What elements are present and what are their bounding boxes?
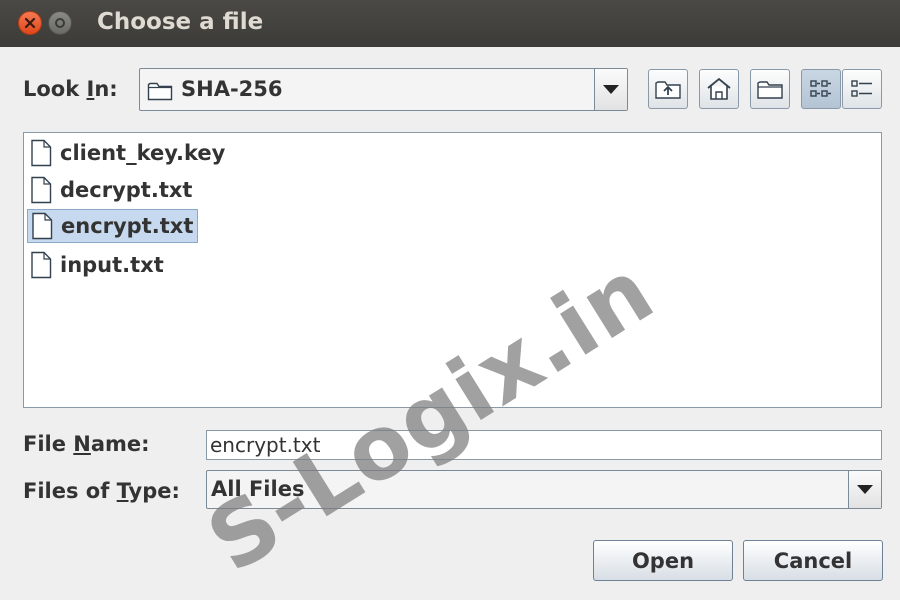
cancel-button[interactable]: Cancel: [743, 540, 883, 581]
details-view-icon: [851, 80, 872, 97]
window-title: Choose a file: [97, 9, 264, 35]
home-button[interactable]: [699, 69, 739, 109]
files-of-type-dropdown-arrow[interactable]: [848, 471, 881, 508]
folder-icon: [147, 79, 173, 105]
title-bar: Choose a file: [0, 0, 900, 47]
file-name-field-label: File Name:: [23, 432, 150, 456]
file-icon: [31, 139, 52, 167]
chevron-down-icon: [603, 85, 619, 94]
minimize-window-button[interactable]: [48, 11, 72, 35]
list-view-icon: [810, 80, 831, 97]
chevron-down-icon: [857, 485, 873, 494]
details-view-button[interactable]: [842, 69, 882, 109]
file-item-encrypt[interactable]: encrypt.txt: [27, 209, 199, 243]
look-in-dropdown-arrow[interactable]: [594, 69, 627, 110]
list-view-button[interactable]: [801, 69, 841, 109]
up-one-level-button[interactable]: [648, 69, 688, 109]
home-icon: [707, 77, 731, 100]
file-item-decrypt[interactable]: decrypt.txt: [27, 173, 196, 207]
open-button[interactable]: Open: [593, 540, 733, 581]
look-in-label: Look In:: [23, 77, 118, 101]
file-icon: [31, 176, 52, 204]
file-item-input[interactable]: input.txt: [27, 248, 168, 282]
up-one-level-icon: [655, 81, 681, 99]
new-folder-button[interactable]: [750, 69, 790, 109]
file-name-label: encrypt.txt: [61, 214, 194, 238]
look-in-value: SHA-256: [181, 77, 283, 101]
file-name-label: client_key.key: [60, 141, 226, 165]
file-name-label: decrypt.txt: [60, 178, 193, 202]
minimize-icon: [55, 18, 65, 28]
look-in-combobox[interactable]: SHA-256: [139, 68, 628, 111]
file-name-label: input.txt: [60, 253, 164, 277]
close-window-button[interactable]: [18, 11, 42, 35]
file-icon: [32, 212, 53, 240]
file-item-client-key[interactable]: client_key.key: [27, 136, 229, 170]
close-icon: [24, 17, 36, 29]
new-folder-icon: [757, 81, 783, 99]
file-icon: [31, 251, 52, 279]
files-of-type-label: Files of Type:: [23, 479, 180, 503]
